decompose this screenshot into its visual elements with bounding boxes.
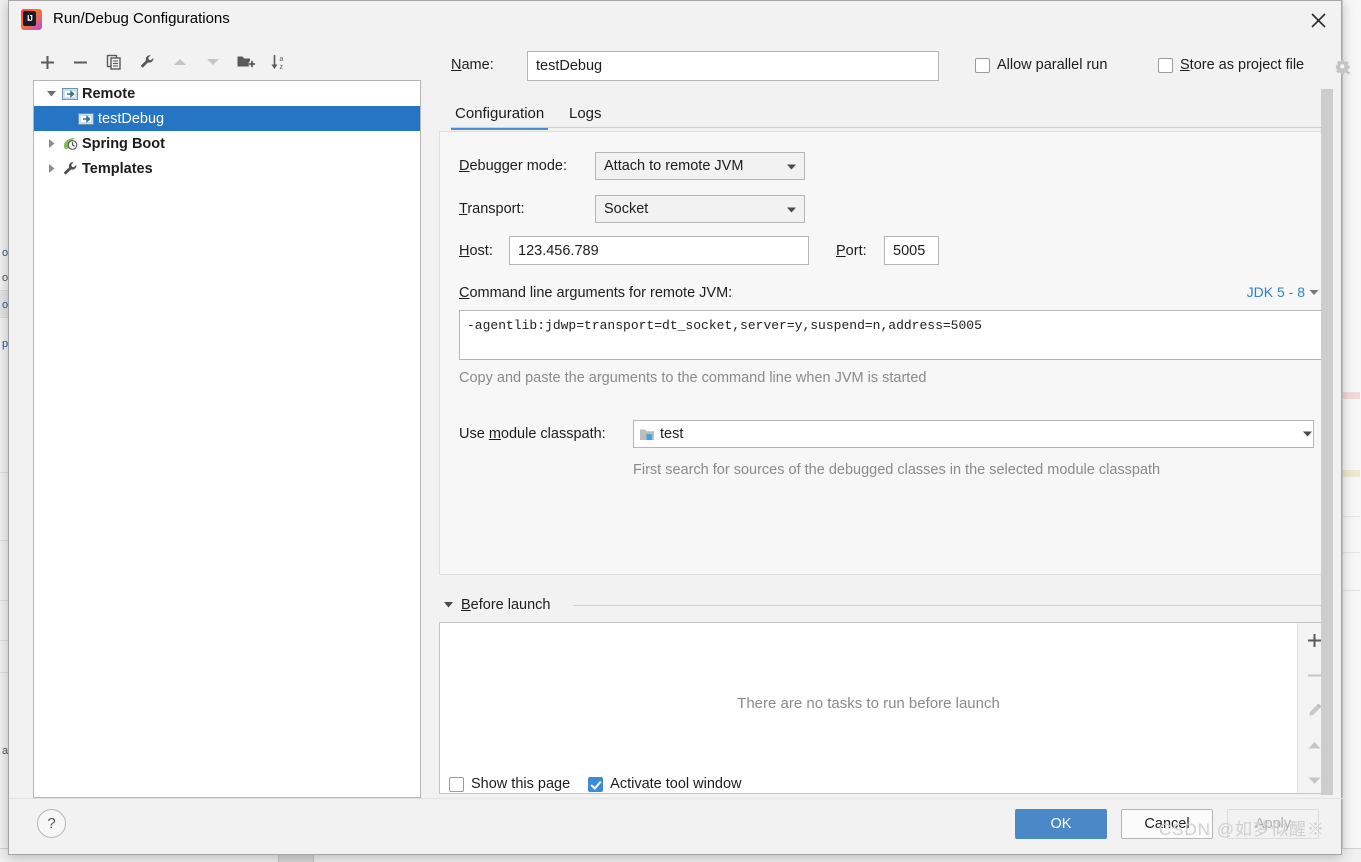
background-error-stripe [1342, 0, 1361, 862]
debugger-mode-label: Debugger mode: [459, 158, 568, 174]
configuration-form: Debugger mode: Attach to remote JVM Tran… [439, 131, 1332, 575]
cancel-button[interactable]: Cancel [1121, 809, 1213, 839]
before-launch-header[interactable]: Before launch [443, 597, 550, 613]
module-classpath-select[interactable]: test [633, 420, 1314, 448]
gear-icon[interactable] [1335, 59, 1352, 79]
dialog-scrollbar-thumb[interactable] [1321, 89, 1333, 795]
show-this-page-label: Show this page [471, 776, 571, 792]
tree-item-label: Templates [82, 160, 153, 177]
tree-item-remote[interactable]: Remote [34, 81, 420, 106]
move-down-button[interactable] [196, 47, 229, 77]
allow-parallel-run-checkbox[interactable]: Allow parallel run [975, 57, 1107, 73]
copy-configuration-button[interactable] [97, 47, 130, 77]
add-configuration-button[interactable] [31, 47, 64, 77]
name-input[interactable] [527, 51, 939, 81]
move-up-button[interactable] [163, 47, 196, 77]
host-label: Host: [459, 243, 493, 259]
store-as-project-file-checkbox[interactable]: Store as project file [1158, 57, 1304, 73]
spring-boot-icon [60, 131, 80, 156]
port-label: Port: [836, 243, 867, 259]
dialog-buttons: OK Cancel Apply [1015, 809, 1319, 839]
app-icon-letters: IJ [27, 14, 33, 23]
checkbox-box[interactable] [1158, 57, 1173, 73]
background-warning-mark [1343, 470, 1360, 477]
chevron-right-icon[interactable] [42, 131, 60, 156]
checkbox-box[interactable] [588, 776, 604, 792]
bottom-separator [9, 798, 1343, 799]
transport-select[interactable]: Socket [595, 195, 805, 223]
wrench-icon [60, 156, 80, 181]
configurations-tree[interactable]: Remote testDebug Spring Boot Templates [33, 80, 421, 798]
debugger-mode-value: Attach to remote JVM [604, 158, 744, 174]
checkbox-box[interactable] [449, 776, 464, 792]
chevron-down-icon[interactable] [443, 597, 454, 613]
tab-logs[interactable]: Logs [565, 97, 606, 130]
remote-config-icon [76, 106, 96, 131]
bottom-options: Show this page Activate tool window [449, 776, 742, 792]
command-line-arguments-field[interactable]: -agentlib:jdwp=transport=dt_socket,serve… [459, 310, 1325, 360]
allow-parallel-run-label: Allow parallel run [997, 57, 1108, 73]
sort-az-button[interactable]: a z [262, 47, 295, 77]
background-divider [1343, 552, 1360, 553]
run-debug-configurations-dialog: IJ Run/Debug Configurations a z Remote t… [8, 0, 1351, 855]
activate-tool-window-label: Activate tool window [610, 776, 742, 792]
ok-button[interactable]: OK [1015, 809, 1107, 839]
transport-value: Socket [604, 201, 649, 217]
chevron-down-icon[interactable] [1302, 426, 1313, 442]
dialog-title-bar: IJ Run/Debug Configurations [9, 1, 1341, 39]
command-line-hint: Copy and paste the arguments to the comm… [459, 370, 927, 386]
chevron-right-icon[interactable] [42, 156, 60, 181]
tree-item-label: Remote [82, 85, 136, 102]
background-error-mark [1343, 392, 1360, 399]
module-classpath-hint: First search for sources of the debugged… [633, 462, 1161, 478]
before-launch-empty-text: There are no tasks to run before launch [737, 695, 1000, 712]
name-row: Name: Allow parallel run Store as projec… [451, 51, 1351, 81]
jdk-version-selector[interactable]: JDK 5 - 8 [1247, 284, 1319, 300]
close-icon[interactable] [1295, 1, 1341, 39]
configuration-editor-panel: Name: Allow parallel run Store as projec… [433, 45, 1351, 798]
chevron-down-icon[interactable] [778, 204, 804, 215]
command-line-label: Command line arguments for remote JVM: [459, 285, 733, 301]
background-divider [1343, 590, 1360, 591]
module-classpath-label: Use module classpath: [459, 426, 606, 442]
background-divider [1343, 516, 1360, 517]
tree-item-spring-boot[interactable]: Spring Boot [34, 131, 420, 156]
show-this-page-checkbox[interactable]: Show this page [449, 776, 570, 792]
tab-underline [451, 127, 1331, 128]
tree-item-label: testDebug [98, 110, 165, 127]
remote-config-icon [60, 81, 80, 106]
activate-tool-window-checkbox[interactable]: Activate tool window [588, 776, 742, 792]
before-launch-rule [573, 605, 1331, 606]
chevron-down-icon[interactable] [42, 81, 60, 106]
module-icon [634, 427, 660, 442]
module-classpath-value: test [660, 426, 684, 442]
edit-templates-button[interactable] [130, 47, 163, 77]
configurations-toolbar: a z [31, 45, 421, 79]
checkbox-box[interactable] [975, 57, 990, 73]
tree-item-label: Spring Boot [82, 135, 165, 152]
remove-configuration-button[interactable] [64, 47, 97, 77]
tree-item-templates[interactable]: Templates [34, 156, 420, 181]
apply-button[interactable]: Apply [1227, 809, 1319, 839]
jdk-version-label: JDK 5 - 8 [1246, 284, 1305, 300]
before-launch-title: Before launch [461, 597, 551, 613]
transport-label: Transport: [459, 201, 525, 217]
svg-text:z: z [279, 64, 283, 71]
before-launch-task-list[interactable]: There are no tasks to run before launch [439, 622, 1332, 794]
chevron-down-icon[interactable] [778, 161, 804, 172]
dialog-title: Run/Debug Configurations [53, 10, 230, 27]
host-input[interactable] [509, 236, 809, 265]
tab-configuration[interactable]: Configuration [451, 97, 549, 130]
svg-text:a: a [279, 56, 283, 63]
port-input[interactable] [884, 236, 939, 265]
store-as-project-file-label: Store as project file [1180, 57, 1305, 73]
tree-item-testdebug[interactable]: testDebug [34, 106, 420, 131]
editor-tabs: Configuration Logs [451, 97, 1331, 130]
dialog-scrollbar-track[interactable] [1321, 89, 1337, 795]
debugger-mode-select[interactable]: Attach to remote JVM [595, 152, 805, 180]
new-folder-button[interactable] [229, 47, 262, 77]
help-button[interactable]: ? [37, 809, 66, 838]
intellij-idea-icon: IJ [21, 9, 42, 30]
name-label: Name: [451, 57, 494, 73]
